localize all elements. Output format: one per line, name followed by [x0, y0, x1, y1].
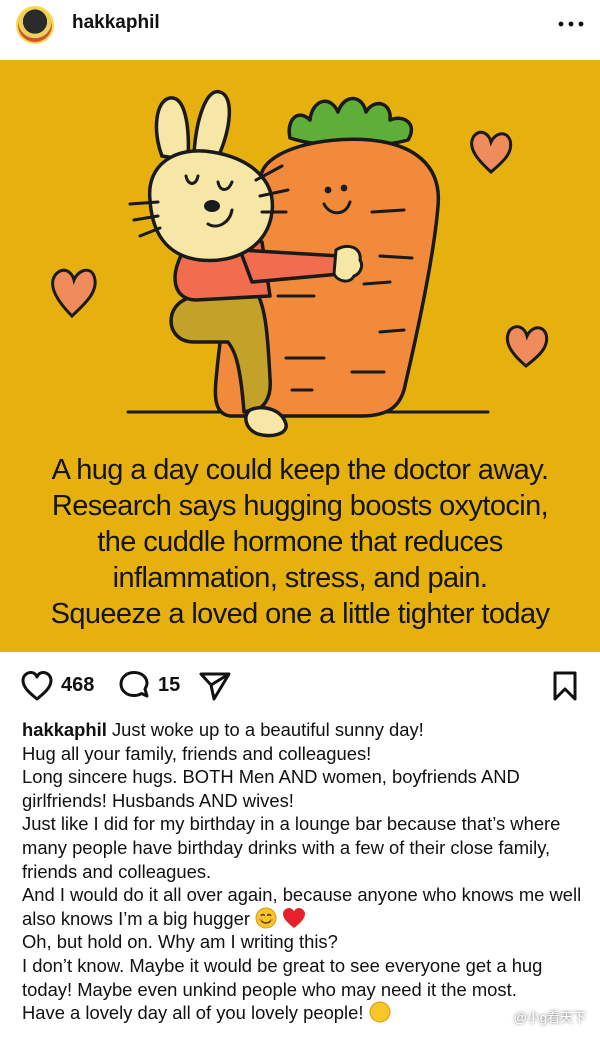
likes-count[interactable]: 468 — [61, 674, 94, 697]
smiling-face-emoji-icon — [255, 907, 277, 929]
quote-line: Research says hugging boosts oxytocin, — [51, 490, 549, 522]
red-heart-emoji-icon — [283, 907, 306, 928]
share-icon[interactable] — [198, 670, 232, 702]
caption-line: Just like I did for my birthday in a lou… — [22, 813, 561, 882]
caption-line: Have a lovely day all of you lovely peop… — [22, 1001, 582, 1025]
quote-line: Squeeze a loved one a little tighter tod… — [50, 598, 550, 630]
caption-line: hakkaphil Just woke up to a beautiful su… — [22, 718, 582, 742]
caption-line: Oh, but hold on. Why am I writing this? — [22, 931, 338, 953]
top-right-heart-icon — [470, 130, 513, 175]
like-heart-icon[interactable] — [20, 670, 54, 702]
post-image[interactable]: A hug a day could keep the doctor away. … — [0, 60, 600, 652]
caption-line: Long sincere hugs. BOTH Men AND women, b… — [22, 766, 520, 811]
comments-count[interactable]: 15 — [158, 674, 180, 697]
more-options-icon[interactable] — [556, 12, 586, 36]
post-quote: A hug a day could keep the doctor away. … — [0, 452, 600, 632]
watermark: @小g看天下 — [513, 1010, 586, 1025]
bunny-paw — [332, 244, 364, 283]
bookmark-icon[interactable] — [550, 670, 580, 702]
quote-line: inflammation, stress, and pain. — [112, 562, 488, 594]
avatar[interactable] — [16, 6, 54, 44]
caption-text: Have a lovely day all of you lovely peop… — [22, 1002, 364, 1024]
quote-line: A hug a day could keep the doctor away. — [51, 454, 549, 486]
caption-username[interactable]: hakkaphil — [22, 719, 107, 740]
smiling-face-emoji-icon — [369, 1001, 391, 1023]
caption-line: Hug all your family, friends and colleag… — [22, 742, 372, 764]
quote-line: the cuddle hormone that reduces — [97, 526, 503, 558]
caption-line: I don’t know. Maybe it would be great to… — [22, 954, 543, 1000]
comment-icon[interactable] — [118, 670, 152, 702]
post-header: hakkaphil — [0, 0, 600, 52]
post-caption: hakkaphil Just woke up to a beautiful su… — [22, 718, 582, 1025]
action-bar: 468 15 — [0, 664, 600, 708]
caption-text: Just woke up to a beautiful sunny day! — [111, 719, 424, 740]
caption-line: And I would do it all over again, becaus… — [22, 883, 582, 930]
right-heart-icon — [505, 325, 549, 368]
post-username[interactable]: hakkaphil — [72, 12, 160, 34]
left-heart-icon — [51, 268, 97, 319]
